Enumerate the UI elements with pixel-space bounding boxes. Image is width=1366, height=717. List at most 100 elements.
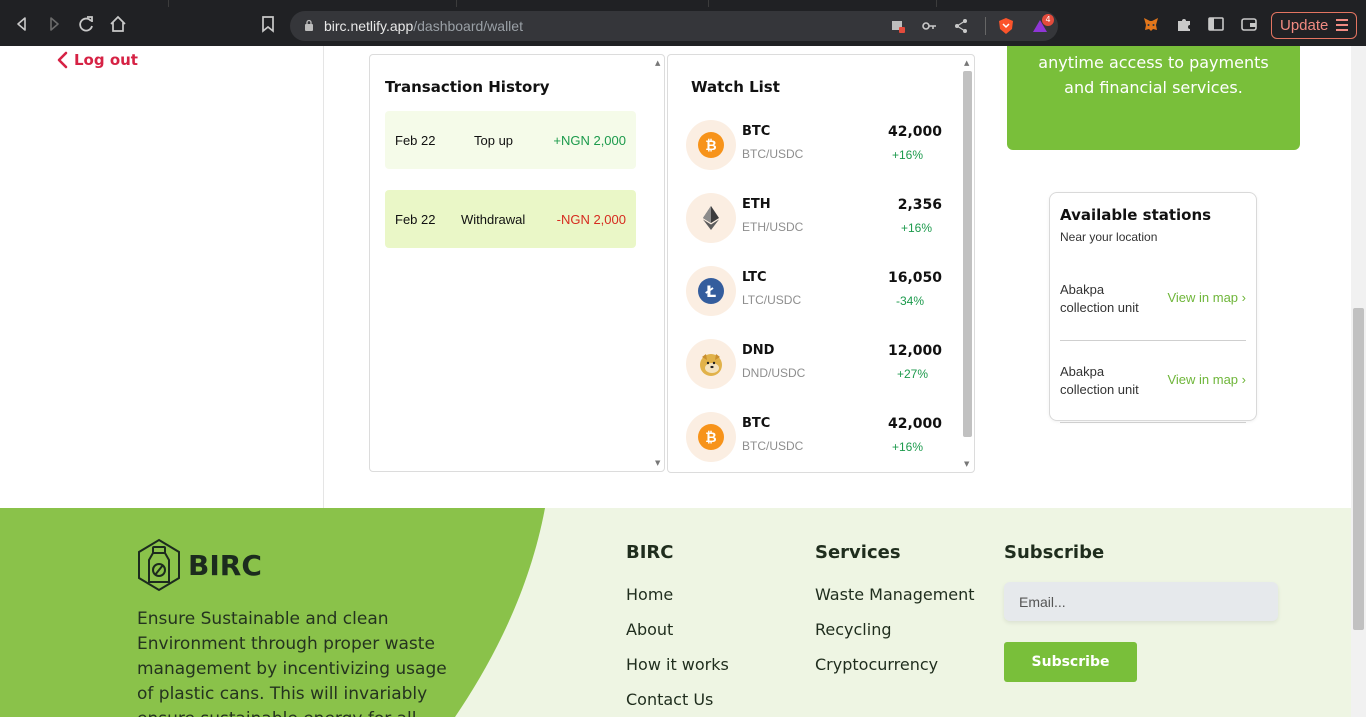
sidebar-divider	[323, 46, 324, 508]
station-item: Abakpa collection unit View in map ›	[1060, 363, 1246, 423]
bookmark-icon[interactable]	[257, 13, 279, 35]
footer-link-recycling[interactable]: Recycling	[815, 620, 892, 639]
bitcoin-icon: ₿	[686, 412, 736, 462]
url-divider	[985, 17, 986, 35]
watch-list-item[interactable]: Ł LTC LTC/USDC 16,050 -34%	[686, 266, 942, 322]
watch-list-item[interactable]: ₿ BTC BTC/USDC 42,000 +16%	[686, 412, 942, 468]
watch-list-item[interactable]: DND DND/USDC 12,000 +27%	[686, 339, 942, 395]
station-item: Abakpa collection unit View in map ›	[1060, 281, 1246, 341]
transaction-history-title: Transaction History	[385, 78, 550, 96]
share-icon[interactable]	[953, 18, 969, 34]
coin-symbol: BTC	[742, 416, 771, 431]
stations-title: Available stations	[1060, 206, 1212, 224]
transaction-amount: -NGN 2,000	[556, 211, 626, 227]
footer-services-title: Services	[815, 542, 901, 563]
coin-symbol: DND	[742, 343, 775, 358]
station-name: Abakpa collection unit	[1060, 282, 1139, 315]
litecoin-icon: Ł	[686, 266, 736, 316]
coin-pair: ETH/USDC	[742, 220, 804, 234]
promo-line: and financial services.	[1064, 78, 1243, 97]
watch-list-item[interactable]: ₿ BTC BTC/USDC 42,000 +16%	[686, 120, 942, 176]
watch-list-item[interactable]: ETH ETH/USDC 2,356 +16%	[686, 193, 942, 249]
coin-symbol: LTC	[742, 270, 767, 285]
chevron-left-icon	[57, 51, 68, 69]
coin-pair: LTC/USDC	[742, 293, 802, 307]
metamask-icon[interactable]	[1142, 15, 1160, 33]
wallet-icon[interactable]	[1240, 15, 1258, 33]
svg-text:Ł: Ł	[705, 282, 716, 301]
view-in-map-label: View in map	[1167, 372, 1239, 387]
footer-link-about[interactable]: About	[626, 620, 673, 639]
coin-pair: BTC/USDC	[742, 147, 804, 161]
coin-change: +16%	[892, 440, 924, 454]
view-in-map-link[interactable]: View in map ›	[1167, 290, 1246, 305]
transaction-row[interactable]: Feb 22 Withdrawal -NGN 2,000	[385, 190, 636, 248]
coin-change: +16%	[892, 148, 924, 162]
url-path: /dashboard/wallet	[413, 18, 523, 34]
footer-link-waste-management[interactable]: Waste Management	[815, 585, 975, 604]
coin-price: 42,000	[887, 124, 942, 140]
footer-link-home[interactable]: Home	[626, 585, 673, 604]
transaction-scrollbar[interactable]: ▲ ▼	[652, 55, 664, 471]
stations-subtitle: Near your location	[1060, 230, 1158, 244]
transaction-type: Withdrawal	[461, 211, 526, 227]
scroll-down-icon[interactable]: ▼	[964, 460, 969, 468]
brave-shield-icon[interactable]	[997, 17, 1015, 35]
page-scrollbar[interactable]	[1351, 46, 1366, 717]
lock-icon	[305, 19, 313, 31]
page-scroll-thumb[interactable]	[1353, 308, 1364, 630]
footer: BIRC Ensure Sustainable and clean Enviro…	[0, 508, 1351, 717]
logout-button[interactable]: Log out	[56, 51, 138, 69]
footer-link-cryptocurrency[interactable]: Cryptocurrency	[815, 655, 938, 674]
key-icon[interactable]	[921, 18, 937, 34]
coin-price: 12,000	[887, 343, 942, 359]
url-host: birc.netlify.app	[324, 18, 414, 34]
view-in-map-link[interactable]: View in map ›	[1167, 372, 1246, 387]
email-input[interactable]	[1004, 582, 1278, 621]
transaction-history-panel: Transaction History Feb 22 Top up +NGN 2…	[369, 54, 665, 472]
scroll-up-icon[interactable]: ▲	[964, 59, 969, 67]
blocked-icon[interactable]	[890, 18, 906, 34]
watch-list-title: Watch List	[691, 78, 780, 96]
reload-icon[interactable]	[75, 13, 97, 35]
coin-price: 42,000	[887, 416, 942, 432]
svg-text:₿: ₿	[705, 138, 716, 154]
tab-divider	[936, 0, 937, 7]
sidebar-toggle-icon[interactable]	[1207, 15, 1225, 33]
scroll-down-icon[interactable]: ▼	[655, 459, 660, 467]
subscribe-button[interactable]: Subscribe	[1004, 642, 1137, 682]
footer-link-how-it-works[interactable]: How it works	[626, 655, 729, 674]
update-label: Update	[1280, 17, 1329, 34]
transaction-type: Top up	[474, 132, 514, 148]
footer-brand: BIRC	[136, 538, 262, 592]
coin-pair: DND/USDC	[742, 366, 806, 380]
footer-birc-title: BIRC	[626, 542, 674, 563]
puzzle-icon[interactable]	[1175, 15, 1193, 33]
recycle-bottle-logo-icon	[138, 538, 180, 592]
forward-icon[interactable]	[43, 13, 65, 35]
tab-divider	[456, 0, 457, 7]
coin-symbol: BTC	[742, 124, 771, 139]
view-in-map-label: View in map	[1167, 290, 1239, 305]
update-button[interactable]: Update	[1271, 12, 1357, 39]
footer-link-contact-us[interactable]: Contact Us	[626, 690, 713, 709]
transaction-date: Feb 22	[395, 211, 436, 227]
coin-symbol: ETH	[742, 197, 771, 212]
svg-text:₿: ₿	[705, 430, 716, 446]
watch-list-panel: Watch List ₿ BTC BTC/USDC 42,000 +16% ET…	[667, 54, 975, 473]
coin-price: 2,356	[897, 197, 942, 213]
stations-card: Available stations Near your location Ab…	[1049, 192, 1257, 423]
scroll-thumb[interactable]	[963, 71, 972, 437]
scroll-up-icon[interactable]: ▲	[655, 59, 660, 67]
logout-label: Log out	[74, 51, 138, 69]
home-icon[interactable]	[107, 13, 129, 35]
address-bar[interactable]: birc.netlify.app/dashboard/wallet 4	[290, 11, 1058, 41]
tab-divider	[708, 0, 709, 7]
watch-list-scrollbar[interactable]: ▲ ▼	[961, 55, 973, 472]
back-icon[interactable]	[11, 13, 33, 35]
transaction-row[interactable]: Feb 22 Top up +NGN 2,000	[385, 111, 636, 169]
coin-change: -34%	[896, 294, 925, 308]
coin-change: +16%	[901, 221, 933, 235]
promo-card: anytime access to payments and financial…	[1007, 46, 1300, 150]
transaction-amount: +NGN 2,000	[553, 132, 626, 148]
